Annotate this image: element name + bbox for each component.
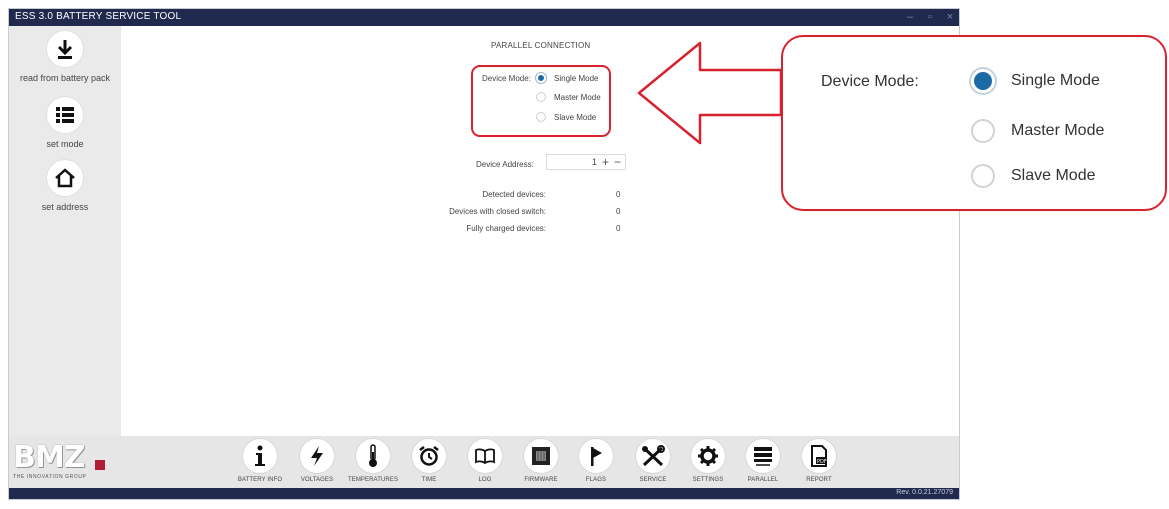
- nav-service[interactable]: SERVICE: [623, 438, 683, 483]
- nav-firmware[interactable]: FIRMWARE: [511, 438, 571, 483]
- increment-button[interactable]: +: [602, 156, 609, 168]
- list-icon: [46, 96, 84, 134]
- nav-log[interactable]: LOG: [455, 438, 515, 483]
- sidebar-item-label: read from battery pack: [19, 73, 111, 83]
- radio-button: [971, 119, 995, 143]
- status-bar: Rev. 0.0.21.27079: [9, 488, 959, 499]
- alarm-clock-icon: [411, 438, 447, 474]
- svg-text:PDF: PDF: [817, 459, 827, 465]
- nav-settings[interactable]: SETTINGS: [678, 438, 738, 483]
- nav-label: VOLTAGES: [300, 477, 334, 483]
- bmz-logo: BMZ THE INNOVATION GROUP: [13, 443, 113, 484]
- device-address-value[interactable]: 1: [592, 157, 597, 167]
- callout-radio-master-mode: Master Mode: [971, 119, 1104, 143]
- callout-device-mode-label: Device Mode:: [821, 73, 919, 90]
- fully-charged-value: 0: [616, 224, 621, 233]
- device-address-stepper[interactable]: 1 + −: [546, 154, 626, 170]
- device-mode-label: Device Mode:: [482, 74, 531, 83]
- radio-label: Single Mode: [554, 73, 599, 83]
- nav-report[interactable]: PDF REPORT: [789, 438, 849, 483]
- radio-button[interactable]: [536, 92, 546, 102]
- closed-switch-value: 0: [616, 207, 621, 216]
- section-title: PARALLEL CONNECTION: [491, 41, 591, 50]
- download-icon: [46, 30, 84, 68]
- nav-label: SERVICE: [639, 477, 667, 483]
- gear-icon: [690, 438, 726, 474]
- home-icon: [46, 159, 84, 197]
- nav-flags[interactable]: FLAGS: [566, 438, 626, 483]
- radio-button[interactable]: [536, 73, 546, 83]
- sidebar: read from battery pack set mode set addr…: [9, 26, 121, 436]
- pdf-icon: PDF: [801, 438, 837, 474]
- nav-temperatures[interactable]: TEMPERATURES: [343, 438, 403, 483]
- radio-button: [971, 164, 995, 188]
- title-bar: ESS 3.0 BATTERY SERVICE TOOL – ▫ ×: [9, 9, 959, 26]
- maximize-button[interactable]: ▫: [925, 11, 935, 23]
- set-mode-button[interactable]: set mode: [9, 96, 121, 149]
- window-controls: – ▫ ×: [905, 11, 955, 23]
- zoom-callout: Device Mode: Single Mode Master Mode Sla…: [781, 35, 1167, 211]
- nav-time[interactable]: TIME: [399, 438, 459, 483]
- server-icon: [745, 438, 781, 474]
- revision-text: Rev. 0.0.21.27079: [896, 489, 953, 496]
- window-title: ESS 3.0 BATTERY SERVICE TOOL: [15, 11, 182, 22]
- nav-label: FLAGS: [585, 477, 607, 483]
- nav-label: LOG: [478, 477, 492, 483]
- info-icon: [242, 438, 278, 474]
- thermometer-icon: [355, 438, 391, 474]
- callout-radio-slave-mode: Slave Mode: [971, 164, 1096, 188]
- closed-switch-label: Devices with closed switch:: [449, 207, 546, 216]
- device-address-label: Device Address:: [476, 160, 534, 169]
- callout-radio-single-mode: Single Mode: [971, 69, 1100, 93]
- nav-parallel[interactable]: PARALLEL: [733, 438, 793, 483]
- detected-devices-value: 0: [616, 190, 621, 199]
- lightning-icon: [299, 438, 335, 474]
- read-from-battery-pack-button[interactable]: read from battery pack: [9, 30, 121, 83]
- sidebar-item-label: set mode: [46, 139, 84, 149]
- radio-label: Master Mode: [554, 92, 601, 102]
- radio-button[interactable]: [536, 112, 546, 122]
- set-address-button[interactable]: set address: [9, 159, 121, 212]
- nav-voltages[interactable]: VOLTAGES: [287, 438, 347, 483]
- nav-label: TEMPERATURES: [347, 477, 399, 483]
- chip-icon: [523, 438, 559, 474]
- nav-label: BATTERY INFO: [237, 477, 283, 483]
- tools-icon: [635, 438, 671, 474]
- radio-slave-mode[interactable]: Slave Mode: [536, 112, 596, 122]
- nav-label: TIME: [421, 477, 437, 483]
- flag-icon: [578, 438, 614, 474]
- radio-label: Master Mode: [1011, 122, 1105, 139]
- radio-button: [971, 69, 995, 93]
- radio-label: Slave Mode: [1011, 167, 1096, 184]
- logo-accent-square: [95, 460, 105, 470]
- minimize-button[interactable]: –: [905, 11, 915, 23]
- nav-label: REPORT: [806, 477, 832, 483]
- decrement-button[interactable]: −: [614, 156, 621, 168]
- book-icon: [467, 438, 503, 474]
- radio-label: Single Mode: [1011, 72, 1100, 89]
- nav-label: FIRMWARE: [524, 477, 558, 483]
- bottom-nav-bar: BMZ THE INNOVATION GROUP BATTERY INFO VO…: [9, 436, 959, 488]
- nav-battery-info[interactable]: BATTERY INFO: [230, 438, 290, 483]
- sidebar-item-label: set address: [41, 202, 89, 212]
- nav-label: PARALLEL: [747, 477, 779, 483]
- radio-label: Slave Mode: [554, 112, 597, 122]
- detected-devices-label: Detected devices:: [482, 190, 546, 199]
- close-button[interactable]: ×: [945, 11, 955, 23]
- radio-single-mode[interactable]: Single Mode: [536, 73, 598, 83]
- logo-tagline: THE INNOVATION GROUP: [13, 474, 87, 480]
- callout-arrow-icon: [637, 41, 783, 145]
- nav-label: SETTINGS: [692, 477, 724, 483]
- fully-charged-label: Fully charged devices:: [466, 224, 546, 233]
- radio-master-mode[interactable]: Master Mode: [536, 92, 601, 102]
